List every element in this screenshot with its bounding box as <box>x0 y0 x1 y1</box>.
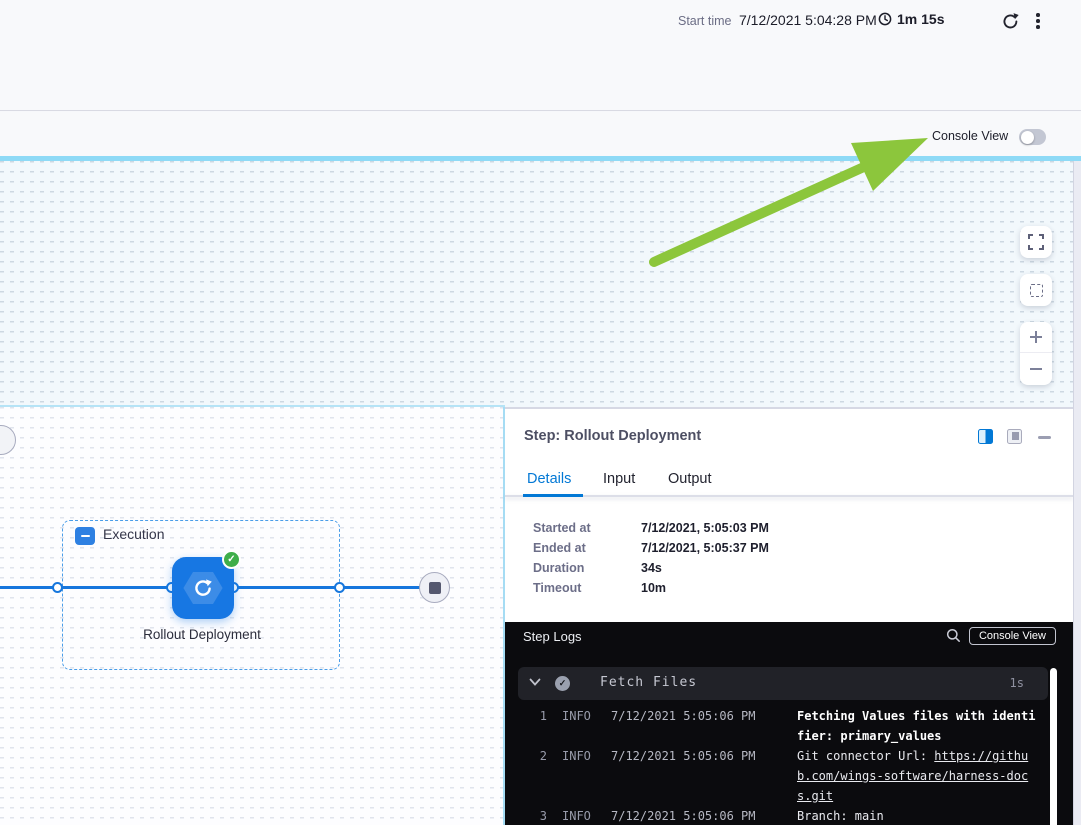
log-timestamp: 7/12/2021 5:05:06 PM <box>611 746 756 766</box>
tab-details[interactable]: Details <box>527 471 571 487</box>
success-check-badge: ✓ <box>222 550 241 569</box>
log-line: 2 INFO 7/12/2021 5:05:06 PM Git connecto… <box>505 746 1050 806</box>
log-section-header[interactable]: ✓ Fetch Files 1s <box>518 667 1048 700</box>
active-tab-underline <box>523 494 583 497</box>
detail-label: Duration <box>533 561 641 581</box>
log-message: Branch: main <box>797 806 1039 825</box>
log-timestamp: 7/12/2021 5:05:06 PM <box>611 706 756 726</box>
start-time-value: 7/12/2021 5:04:28 PM <box>739 12 877 28</box>
stop-node[interactable] <box>419 572 450 603</box>
step-details-panel: Step: Rollout Deployment Details Input O… <box>505 407 1073 825</box>
chevron-down-icon[interactable] <box>529 678 541 687</box>
logs-console-view-button[interactable]: Console View <box>969 627 1056 645</box>
log-section-duration: 1s <box>1010 676 1024 690</box>
line-number: 3 <box>533 806 547 825</box>
step-logs-panel: Step Logs Console View ✓ Fetch Files 1s … <box>505 622 1073 825</box>
tab-output[interactable]: Output <box>668 471 712 487</box>
log-timestamp: 7/12/2021 5:05:06 PM <box>611 806 756 825</box>
zoom-in-button[interactable] <box>1020 322 1052 353</box>
log-level: INFO <box>562 746 591 766</box>
logs-scrollbar[interactable] <box>1050 668 1057 825</box>
pipeline-execution-screen: Start time 7/12/2021 5:04:28 PM 1m 15s C… <box>0 0 1081 825</box>
line-number: 2 <box>533 746 547 766</box>
console-view-label: Console View <box>932 129 1008 143</box>
connector-dot <box>52 582 63 593</box>
log-line: 3 INFO 7/12/2021 5:05:06 PM Branch: main <box>505 806 1050 825</box>
zoom-control-group <box>1020 322 1052 385</box>
toggle-knob <box>1021 131 1034 144</box>
fit-to-screen-button[interactable] <box>1020 274 1052 306</box>
detail-label: Started at <box>533 521 641 541</box>
minus-icon <box>81 535 90 537</box>
top-bar: Start time 7/12/2021 5:04:28 PM 1m 15s <box>0 0 1081 111</box>
detail-value: 10m <box>641 581 666 601</box>
panel-title: Step: Rollout Deployment <box>524 428 701 444</box>
canvas-horizontal-divider <box>0 405 505 407</box>
log-message: Git connector Url: https://github.com/wi… <box>797 746 1039 806</box>
plus-icon <box>1028 329 1044 345</box>
log-section-name: Fetch Files <box>600 675 697 690</box>
detail-label: Timeout <box>533 581 641 601</box>
console-view-bar <box>0 112 1081 156</box>
marquee-icon <box>1030 284 1043 297</box>
log-line: 1 INFO 7/12/2021 5:05:06 PM Fetching Val… <box>505 706 1050 746</box>
log-level: INFO <box>562 806 591 825</box>
minus-icon <box>1028 361 1044 377</box>
stage-graph-canvas[interactable] <box>0 161 1081 407</box>
detail-value: 7/12/2021, 5:05:03 PM <box>641 521 769 541</box>
fullscreen-icon <box>1028 234 1044 250</box>
tabs-divider <box>505 495 1073 497</box>
log-message: Fetching Values files with identifier: p… <box>797 706 1039 746</box>
collapse-group-button[interactable] <box>75 527 95 545</box>
stop-square-icon <box>429 582 441 594</box>
search-icon[interactable] <box>946 628 961 643</box>
connector-dot <box>334 582 345 593</box>
execution-group-label: Execution <box>103 526 164 542</box>
node-label: Rollout Deployment <box>132 624 272 646</box>
line-number: 1 <box>533 706 547 726</box>
elapsed-duration: 1m 15s <box>878 11 944 27</box>
right-edge-gutter <box>1073 161 1081 825</box>
detail-label: Ended at <box>533 541 641 561</box>
detail-value: 7/12/2021, 5:05:37 PM <box>641 541 769 561</box>
section-success-icon: ✓ <box>555 676 570 691</box>
detail-row-started: Started at 7/12/2021, 5:05:03 PM <box>533 521 769 541</box>
clock-icon <box>878 12 892 26</box>
detail-value: 34s <box>641 561 662 581</box>
fullscreen-button[interactable] <box>1020 226 1052 258</box>
minimize-panel-icon[interactable] <box>1038 436 1051 439</box>
hexagon-shape <box>183 571 223 605</box>
log-lines: 1 INFO 7/12/2021 5:05:06 PM Fetching Val… <box>505 706 1050 825</box>
split-view-right-icon[interactable] <box>1007 429 1022 444</box>
kebab-menu-icon[interactable] <box>1027 8 1049 34</box>
refresh-button[interactable] <box>997 8 1023 34</box>
detail-row-ended: Ended at 7/12/2021, 5:05:37 PM <box>533 541 769 561</box>
console-view-toggle[interactable] <box>1019 129 1046 145</box>
detail-row-timeout: Timeout 10m <box>533 581 666 601</box>
step-logs-title: Step Logs <box>523 629 582 644</box>
refresh-icon <box>1001 12 1020 31</box>
tab-input[interactable]: Input <box>603 471 635 487</box>
elapsed-text: 1m 15s <box>897 11 944 27</box>
log-level: INFO <box>562 706 591 726</box>
split-view-left-icon[interactable] <box>978 429 993 444</box>
zoom-out-button[interactable] <box>1020 353 1052 384</box>
start-time-label: Start time <box>678 14 732 28</box>
log-message-prefix: Git connector Url: <box>797 749 934 763</box>
detail-row-duration: Duration 34s <box>533 561 662 581</box>
